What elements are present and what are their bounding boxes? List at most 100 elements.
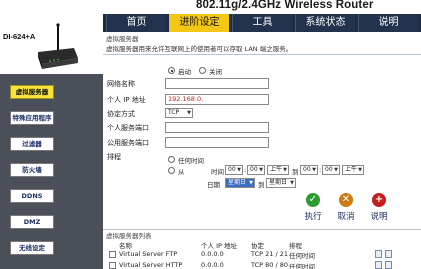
section-title: 虚拟服务器 bbox=[106, 35, 139, 43]
to-min-value: 00 bbox=[325, 166, 333, 173]
tab-home[interactable]: 首页 bbox=[106, 14, 166, 32]
protocol-label: 协定方式 bbox=[107, 110, 135, 118]
to-hour-select[interactable]: 00 ▼ bbox=[300, 165, 318, 175]
to-min-select[interactable]: 00 ▼ bbox=[322, 165, 340, 175]
chevron-down-icon: ▼ bbox=[334, 167, 338, 173]
tab-help[interactable]: 说明 bbox=[358, 14, 418, 32]
sidebar-item-special-apps[interactable]: 特殊应用程序 bbox=[10, 111, 54, 125]
public-port-field[interactable] bbox=[165, 137, 269, 148]
day-to-value: 星期日 bbox=[269, 179, 288, 186]
to-label: 到 bbox=[292, 168, 299, 176]
protocol-select[interactable]: TCP ▼ bbox=[165, 108, 193, 118]
delete-icon[interactable] bbox=[385, 250, 392, 258]
section-description: 虚拟服务器用来允许互联网上的使用者可以存取 LAN 端之服务。 bbox=[106, 45, 293, 53]
from-ampm-value: 上午 bbox=[270, 166, 283, 173]
row-protocol: TCP 80 / 80 bbox=[251, 261, 288, 269]
private-port-label: 个人服务端口 bbox=[107, 124, 149, 132]
ip-label: 个人 IP 地址 bbox=[107, 96, 146, 104]
col-protocol: 协定 bbox=[251, 242, 264, 250]
from-min-value: 00 bbox=[250, 166, 258, 173]
sidebar-item-wireless[interactable]: 无线设定 bbox=[10, 241, 54, 255]
chevron-down-icon: ▼ bbox=[259, 167, 263, 173]
from-hour-value: 00 bbox=[228, 166, 236, 173]
device-panel: DI-624+A bbox=[0, 14, 103, 74]
ip-field[interactable]: 192.168.0. bbox=[165, 94, 269, 105]
sidebar-item-filters[interactable]: 过滤器 bbox=[10, 137, 54, 151]
to-ampm-select[interactable]: 上午 ▼ bbox=[342, 165, 364, 175]
name-field[interactable] bbox=[165, 78, 269, 89]
table-row: Virtual Server HTTP 0.0.0.0 TCP 80 / 80 … bbox=[103, 261, 421, 269]
divider bbox=[103, 54, 421, 55]
tab-tools[interactable]: 工具 bbox=[232, 14, 292, 32]
row-schedule: 任何时间 bbox=[289, 252, 315, 260]
day-label: 日期 bbox=[207, 181, 220, 189]
sidebar-item-ddns[interactable]: DDNS bbox=[10, 189, 54, 203]
day-from-value: 星期日 bbox=[228, 179, 247, 186]
chevron-down-icon: ▼ bbox=[187, 110, 191, 116]
router-icon bbox=[38, 23, 78, 69]
col-ip: 个人 IP 地址 bbox=[201, 242, 237, 250]
list-title: 虚拟服务器列表 bbox=[106, 232, 152, 240]
day-to-label: 到 bbox=[258, 181, 265, 189]
row-checkbox[interactable] bbox=[109, 251, 116, 258]
cancel-icon: ✕ bbox=[339, 193, 353, 207]
to-hour-value: 00 bbox=[303, 166, 311, 173]
chevron-down-icon: ▼ bbox=[312, 167, 316, 173]
row-checkbox[interactable] bbox=[109, 262, 116, 269]
protocol-value: TCP bbox=[168, 109, 180, 116]
row-ip: 0.0.0.0 bbox=[201, 250, 224, 258]
from-min-select[interactable]: 00 ▼ bbox=[247, 165, 265, 175]
left-sidebar: DI-624+A 虚拟服务器 特殊应用程序 过滤器 防火墙 DDNS DMZ 无… bbox=[0, 14, 103, 269]
table-row: Virtual Server FTP 0.0.0.0 TCP 21 / 21 任… bbox=[103, 250, 421, 260]
col-name: 名称 bbox=[119, 242, 132, 250]
row-ip: 0.0.0.0 bbox=[201, 261, 224, 269]
sidebar-item-firewall[interactable]: 防火墙 bbox=[10, 163, 54, 177]
time-label: 时间 bbox=[211, 168, 224, 176]
delete-icon[interactable] bbox=[385, 261, 392, 269]
col-schedule: 排程 bbox=[289, 242, 302, 250]
top-banner: 802.11g/2.4GHz Wireless Router bbox=[0, 0, 421, 14]
cancel-button[interactable]: ✕ 取消 bbox=[330, 193, 362, 223]
chevron-down-icon: ▼ bbox=[283, 167, 287, 173]
enable-radio[interactable] bbox=[168, 67, 175, 74]
from-ampm-select[interactable]: 上午 ▼ bbox=[267, 165, 289, 175]
row-protocol: TCP 21 / 21 bbox=[251, 250, 288, 258]
schedule-from-label: 从 bbox=[178, 168, 185, 176]
apply-label: 执行 bbox=[304, 212, 322, 222]
edit-icon[interactable] bbox=[375, 250, 382, 258]
check-icon: ✓ bbox=[306, 193, 320, 207]
sidebar-item-virtual-server[interactable]: 虚拟服务器 bbox=[10, 85, 54, 99]
sidebar-item-dmz[interactable]: DMZ bbox=[10, 215, 54, 229]
product-name: 802.11g/2.4GHz Wireless Router bbox=[196, 0, 374, 11]
help-label: 说明 bbox=[370, 212, 388, 222]
main-content: 虚拟服务器 虚拟服务器用来允许互联网上的使用者可以存取 LAN 端之服务。 启动… bbox=[103, 32, 421, 269]
schedule-any-label: 任何时间 bbox=[178, 157, 204, 165]
chevron-down-icon: ▼ bbox=[249, 180, 253, 186]
private-port-field[interactable] bbox=[165, 122, 269, 133]
public-port-label: 公用服务端口 bbox=[107, 139, 149, 147]
from-hour-select[interactable]: 00 ▼ bbox=[225, 165, 243, 175]
schedule-label: 排程 bbox=[107, 153, 121, 161]
tab-advanced[interactable]: 进阶设定 bbox=[169, 14, 229, 32]
row-name: Virtual Server FTP bbox=[119, 250, 178, 258]
enable-label: 启动 bbox=[178, 68, 191, 76]
to-ampm-value: 上午 bbox=[345, 166, 358, 173]
help-button[interactable]: + 说明 bbox=[363, 193, 395, 223]
schedule-from-radio[interactable] bbox=[168, 167, 175, 174]
plus-icon: + bbox=[372, 193, 386, 207]
chevron-down-icon: ▼ bbox=[358, 167, 362, 173]
day-from-select[interactable]: 星期日 ▼ bbox=[225, 178, 255, 188]
chevron-down-icon: ▼ bbox=[290, 180, 294, 186]
main-nav: 首页 进阶设定 工具 系统状态 说明 bbox=[103, 14, 421, 32]
row-schedule: 任何时间 bbox=[289, 263, 315, 269]
row-name: Virtual Server HTTP bbox=[119, 261, 183, 269]
schedule-any-radio[interactable] bbox=[168, 156, 175, 163]
day-to-select[interactable]: 星期日 ▼ bbox=[266, 178, 296, 188]
cancel-label: 取消 bbox=[337, 212, 355, 222]
edit-icon[interactable] bbox=[375, 261, 382, 269]
disable-radio[interactable] bbox=[199, 67, 206, 74]
chevron-down-icon: ▼ bbox=[237, 167, 241, 173]
apply-button[interactable]: ✓ 执行 bbox=[297, 193, 329, 223]
tab-status[interactable]: 系统状态 bbox=[295, 14, 355, 32]
disable-label: 关闭 bbox=[209, 68, 222, 76]
